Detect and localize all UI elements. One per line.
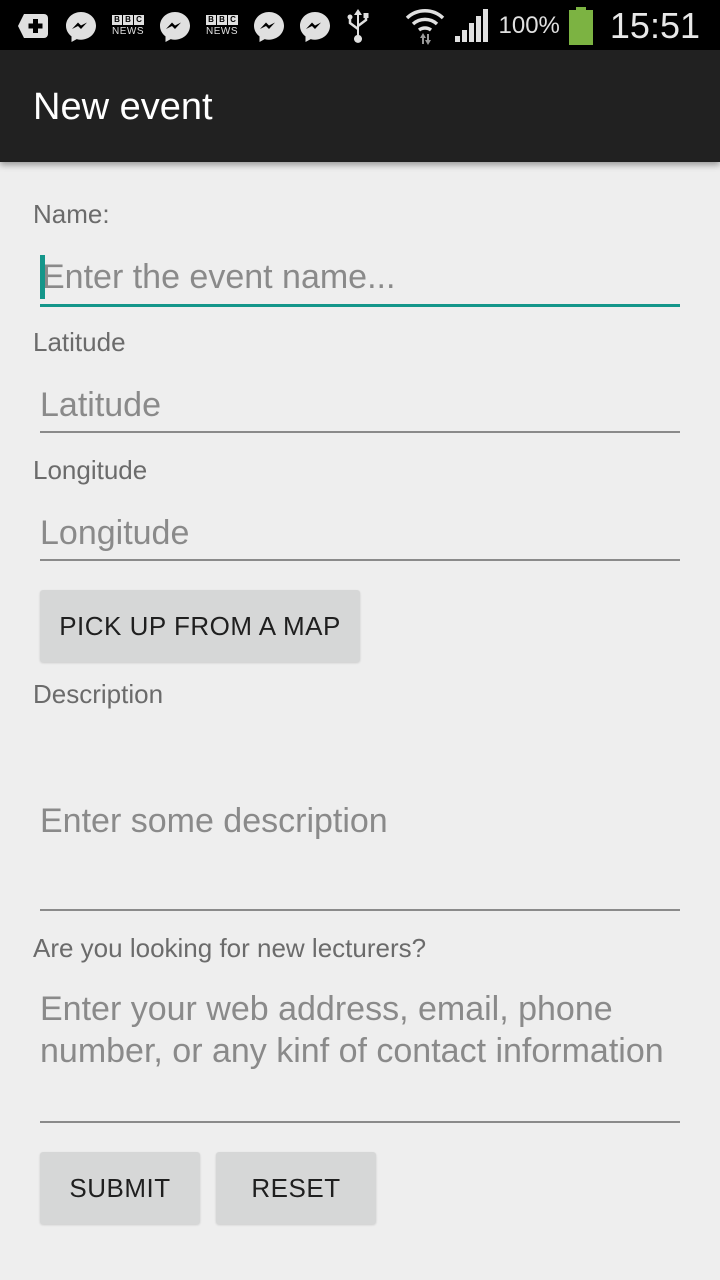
text-cursor	[40, 255, 45, 299]
bbc-news-icon: BBC NEWS	[206, 15, 238, 37]
status-bar: BBC NEWS BBC NEWS 100% 15:51	[0, 0, 720, 50]
event-name-input[interactable]	[40, 252, 682, 302]
contact-info-input[interactable]	[40, 988, 680, 1116]
notification-icons: BBC NEWS BBC NEWS	[16, 6, 372, 46]
page-title: New event	[33, 86, 213, 128]
battery-percent: 100%	[498, 12, 560, 39]
system-icons: 100% 15:51	[405, 4, 700, 48]
messenger-icon	[300, 12, 330, 42]
messenger-icon	[254, 12, 284, 42]
reset-button[interactable]: RESET	[216, 1152, 376, 1224]
add-box-icon	[18, 14, 48, 38]
usb-icon	[347, 9, 369, 43]
name-label: Name:	[33, 199, 110, 229]
latitude-field[interactable]	[40, 380, 680, 433]
signal-icon	[454, 9, 488, 42]
battery-icon	[568, 7, 593, 45]
latitude-label: Latitude	[33, 327, 126, 357]
description-input[interactable]	[40, 796, 680, 846]
submit-button[interactable]: SUBMIT	[40, 1152, 200, 1224]
latitude-input[interactable]	[40, 380, 680, 430]
bbc-news-icon: BBC NEWS	[112, 15, 144, 37]
longitude-label: Longitude	[33, 455, 148, 485]
wifi-icon	[405, 9, 444, 45]
messenger-icon	[160, 12, 190, 42]
description-field[interactable]	[40, 722, 680, 911]
longitude-field[interactable]	[40, 508, 680, 561]
longitude-input[interactable]	[40, 508, 680, 558]
messenger-icon	[66, 12, 96, 42]
app-bar: New event	[0, 50, 720, 162]
pick-from-map-button[interactable]: PICK UP FROM A MAP	[40, 590, 360, 662]
description-label: Description	[33, 679, 164, 709]
contact-info-field[interactable]	[40, 988, 680, 1123]
event-name-field[interactable]	[40, 252, 682, 307]
clock: 15:51	[609, 5, 700, 46]
lecturers-label: Are you looking for new lecturers?	[33, 933, 427, 963]
